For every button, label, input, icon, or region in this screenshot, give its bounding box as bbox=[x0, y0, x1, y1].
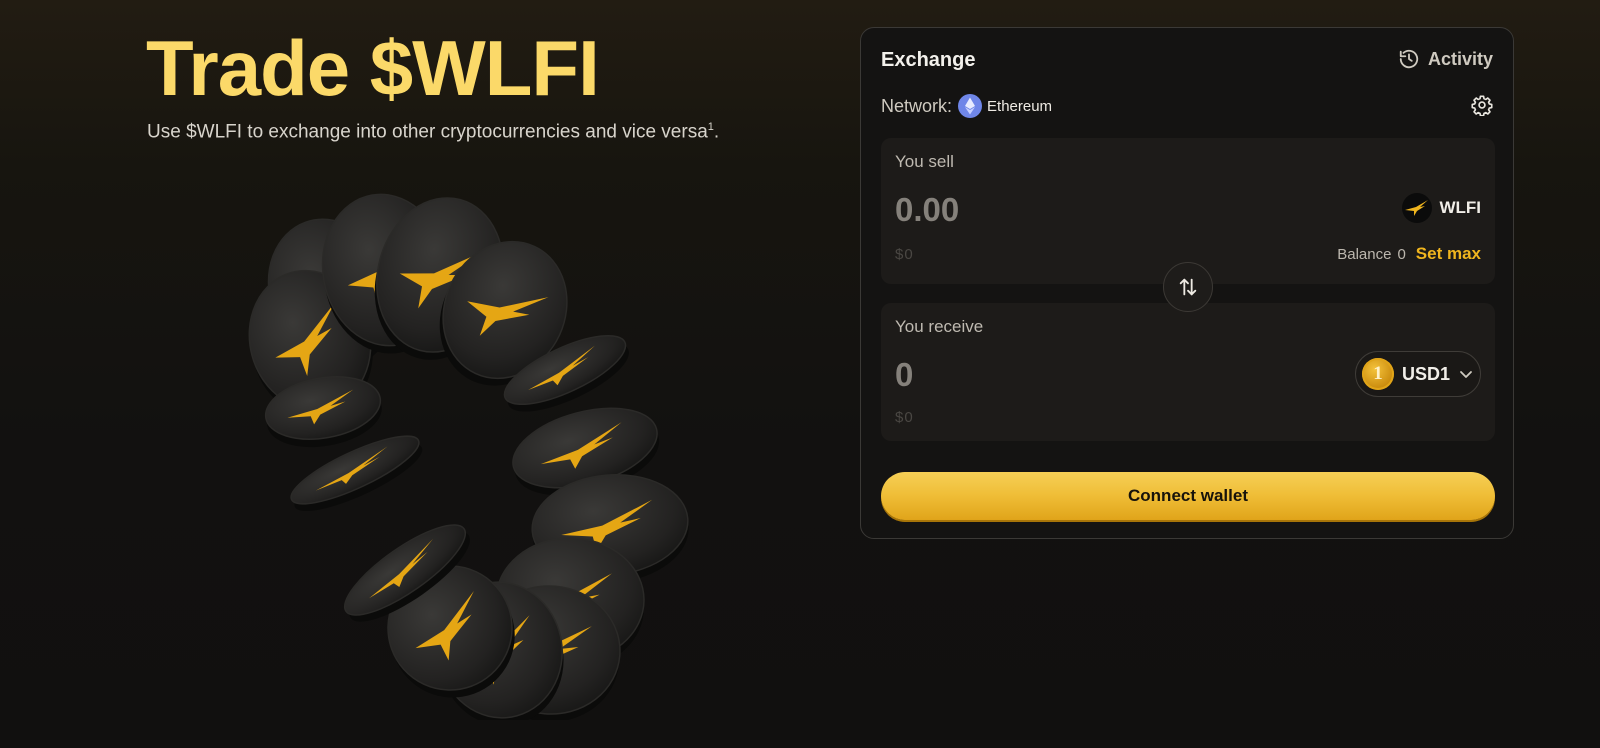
exchange-card: Exchange Activity Network: Ethereum You … bbox=[860, 27, 1514, 539]
receive-token-selector[interactable]: 1 USD1 bbox=[1355, 351, 1481, 397]
wlfi-eagle-icon bbox=[1402, 193, 1433, 223]
wlfi-coins-illustration bbox=[248, 193, 689, 720]
activity-label: Activity bbox=[1427, 48, 1493, 69]
network-name: Ethereum bbox=[987, 97, 1053, 115]
network-row: Network: Ethereum bbox=[881, 94, 1052, 118]
balance-value: 0 bbox=[1397, 246, 1406, 263]
usd1-coin-icon: 1 bbox=[1362, 358, 1394, 390]
receive-token-name: USD1 bbox=[1402, 363, 1451, 384]
connect-wallet-button[interactable]: Connect wallet bbox=[881, 472, 1495, 520]
receive-usd-value: $0 bbox=[895, 409, 914, 426]
balance-label: Balance bbox=[1337, 246, 1392, 263]
set-max-button[interactable]: Set max bbox=[1416, 244, 1481, 264]
swap-arrows-icon bbox=[1179, 278, 1197, 296]
sell-usd-value: $0 bbox=[895, 246, 914, 263]
subtitle-text: Use $WLFI to exchange into other cryptoc… bbox=[147, 121, 708, 143]
receive-panel: You receive 1 USD1 $0 bbox=[881, 303, 1495, 441]
network-selector[interactable]: Ethereum bbox=[958, 94, 1052, 118]
sell-amount-input[interactable] bbox=[895, 188, 1225, 232]
swap-direction-button[interactable] bbox=[1163, 262, 1213, 312]
page-title: Trade $WLFI bbox=[146, 24, 600, 112]
sell-token-name: WLFI bbox=[1439, 198, 1481, 217]
sell-token[interactable]: WLFI bbox=[1402, 193, 1481, 223]
ethereum-icon bbox=[958, 94, 983, 118]
network-label: Network: bbox=[881, 95, 953, 116]
receive-amount-input[interactable] bbox=[895, 353, 1225, 397]
receive-label: You receive bbox=[895, 317, 984, 336]
settings-button[interactable] bbox=[1471, 94, 1493, 121]
exchange-title: Exchange bbox=[881, 49, 976, 71]
page-subtitle: Use $WLFI to exchange into other cryptoc… bbox=[147, 121, 719, 143]
chevron-down-icon bbox=[1460, 371, 1472, 378]
history-icon bbox=[1399, 49, 1419, 69]
gear-icon bbox=[1471, 95, 1493, 117]
activity-button[interactable]: Activity bbox=[1398, 48, 1493, 70]
sell-label: You sell bbox=[895, 152, 954, 171]
balance-row: Balance 0 Set max bbox=[1337, 244, 1481, 264]
subtitle-period: . bbox=[713, 121, 720, 143]
